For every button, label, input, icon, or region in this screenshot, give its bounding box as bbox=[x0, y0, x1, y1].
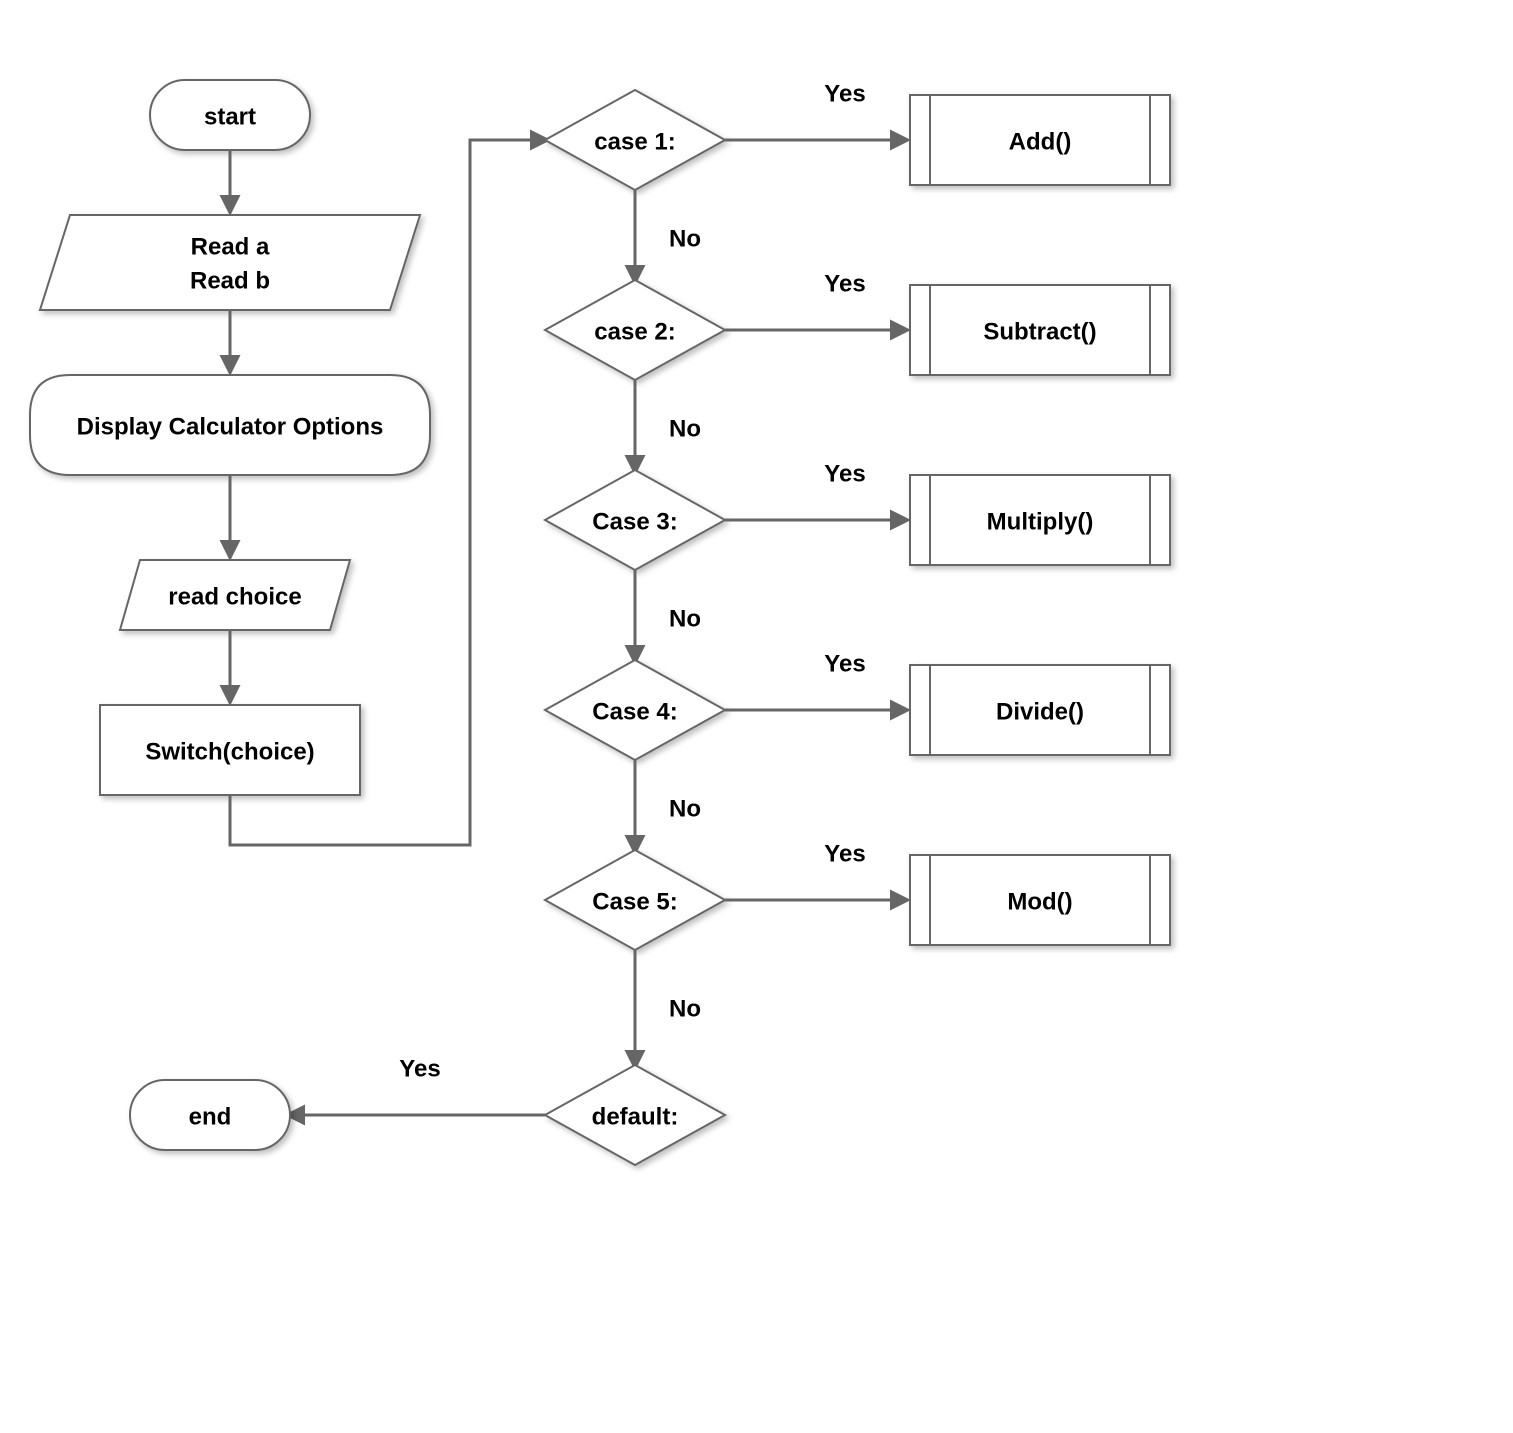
case2-no-label: No bbox=[669, 415, 701, 442]
default-label: default: bbox=[592, 1103, 679, 1130]
read-choice-label: read choice bbox=[168, 583, 301, 610]
node-add: Add() bbox=[910, 95, 1170, 185]
node-case3: Case 3: bbox=[545, 470, 725, 570]
mod-label: Mod() bbox=[1007, 888, 1072, 915]
case5-label: Case 5: bbox=[592, 888, 677, 915]
node-start: start bbox=[150, 80, 310, 150]
read-a-label: Read a bbox=[191, 233, 270, 260]
case4-no-label: No bbox=[669, 795, 701, 822]
node-case4: Case 4: bbox=[545, 660, 725, 760]
node-case1: case 1: bbox=[545, 90, 725, 190]
add-label: Add() bbox=[1009, 128, 1072, 155]
case5-yes-label: Yes bbox=[824, 840, 865, 867]
case2-label: case 2: bbox=[594, 318, 675, 345]
end-label: end bbox=[189, 1103, 232, 1130]
node-mod: Mod() bbox=[910, 855, 1170, 945]
case4-yes-label: Yes bbox=[824, 650, 865, 677]
case1-no-label: No bbox=[669, 225, 701, 252]
case4-label: Case 4: bbox=[592, 698, 677, 725]
node-subtract: Subtract() bbox=[910, 285, 1170, 375]
case1-yes-label: Yes bbox=[824, 80, 865, 107]
switch-label: Switch(choice) bbox=[145, 738, 314, 765]
case2-yes-label: Yes bbox=[824, 270, 865, 297]
node-switch: Switch(choice) bbox=[100, 705, 360, 795]
read-b-label: Read b bbox=[190, 267, 270, 294]
node-default: default: bbox=[545, 1065, 725, 1165]
start-label: start bbox=[204, 103, 256, 130]
node-read-ab: Read a Read b bbox=[40, 215, 420, 310]
case3-label: Case 3: bbox=[592, 508, 677, 535]
node-end: end bbox=[130, 1080, 290, 1150]
subtract-label: Subtract() bbox=[983, 318, 1096, 345]
multiply-label: Multiply() bbox=[987, 508, 1094, 535]
display-options-label: Display Calculator Options bbox=[77, 413, 384, 440]
node-case2: case 2: bbox=[545, 280, 725, 380]
node-case5: Case 5: bbox=[545, 850, 725, 950]
case3-no-label: No bbox=[669, 605, 701, 632]
node-divide: Divide() bbox=[910, 665, 1170, 755]
case1-label: case 1: bbox=[594, 128, 675, 155]
divide-label: Divide() bbox=[996, 698, 1084, 725]
case5-no-label: No bbox=[669, 995, 701, 1022]
node-display-options: Display Calculator Options bbox=[30, 375, 430, 475]
default-yes-label: Yes bbox=[399, 1055, 440, 1082]
node-multiply: Multiply() bbox=[910, 475, 1170, 565]
case3-yes-label: Yes bbox=[824, 460, 865, 487]
node-read-choice: read choice bbox=[120, 560, 350, 630]
